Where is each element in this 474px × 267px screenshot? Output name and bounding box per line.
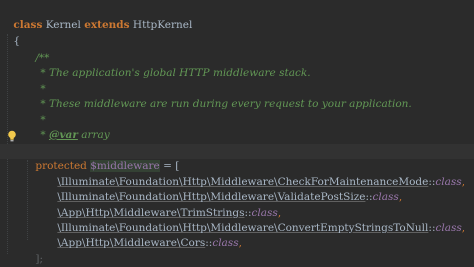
parent-class-name: HttpKernel bbox=[132, 19, 193, 31]
code-line[interactable]: */ bbox=[30, 129, 52, 157]
code-line[interactable]: { bbox=[0, 19, 20, 47]
comma: , bbox=[238, 237, 242, 249]
code-editor[interactable]: class Kernel extends HttpKernel { /** * … bbox=[0, 0, 474, 267]
middleware-entry[interactable]: \Illuminate\Foundation\Http\Middleware\V… bbox=[44, 175, 402, 203]
code-line[interactable]: * The application's global HTTP middlewa… bbox=[27, 51, 310, 79]
code-line[interactable]: /** bbox=[22, 36, 49, 64]
class-keyword: class bbox=[435, 222, 462, 234]
middleware-entry[interactable]: \App\Http\Middleware\TrimStrings::class, bbox=[44, 191, 281, 219]
comma: , bbox=[461, 176, 466, 188]
close-bracket: ]; bbox=[35, 253, 43, 265]
middleware-entry[interactable]: \Illuminate\Foundation\Http\Middleware\C… bbox=[44, 160, 465, 188]
docblock-detail: * These middleware are run during every … bbox=[40, 98, 412, 110]
class-keyword: class bbox=[212, 237, 239, 249]
code-line[interactable]: * bbox=[27, 67, 45, 95]
middleware-class-path: \App\Http\Middleware\Cors bbox=[57, 237, 206, 249]
code-line[interactable]: * @var array bbox=[27, 113, 109, 141]
docblock-summary: * The application's global HTTP middlewa… bbox=[40, 67, 311, 79]
code-line-current[interactable]: protected $middleware = [ bbox=[0, 144, 474, 172]
lightbulb-icon[interactable] bbox=[7, 130, 17, 142]
middleware-entry[interactable]: \Illuminate\Foundation\Http\Middleware\C… bbox=[44, 206, 465, 234]
class-name: Kernel bbox=[45, 19, 81, 31]
docblock-var-tag: @var bbox=[48, 129, 78, 141]
middleware-entry[interactable]: \App\Http\Middleware\Cors::class, bbox=[44, 221, 242, 249]
open-brace: { bbox=[13, 35, 21, 47]
code-line[interactable]: * bbox=[27, 98, 45, 126]
code-line[interactable]: ]; bbox=[22, 237, 43, 265]
comma: , bbox=[398, 191, 403, 203]
scope-operator: :: bbox=[365, 191, 373, 203]
comma: , bbox=[461, 222, 466, 234]
class-keyword: class bbox=[435, 176, 462, 188]
keyword-extends: extends bbox=[84, 19, 130, 31]
class-keyword: class bbox=[372, 191, 399, 203]
code-line[interactable]: * These middleware are run during every … bbox=[27, 82, 411, 110]
code-line[interactable]: class Kernel extends HttpKernel bbox=[0, 3, 192, 31]
docblock-var-type: array bbox=[81, 129, 110, 141]
